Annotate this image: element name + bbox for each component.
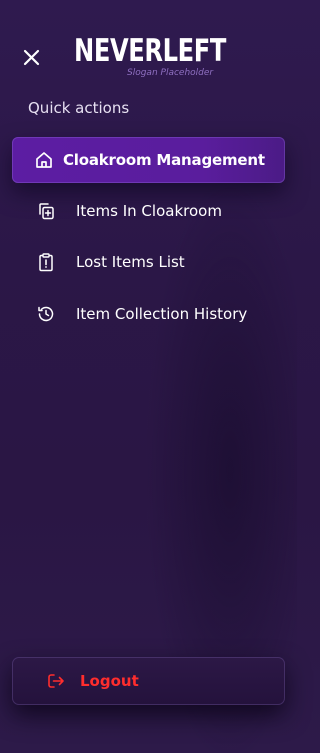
logout-label: Logout [80,672,139,690]
logo: NEVERLEFT Slogan Placeholder [74,34,234,84]
home-icon [34,150,54,170]
nav-item-items-in-cloakroom[interactable]: Items In Cloakroom [12,188,285,234]
logout-icon [46,671,66,691]
logo-text: NEVERLEFT [74,33,227,69]
close-button[interactable] [21,47,43,69]
clipboard-alert-icon [36,252,56,272]
nav-item-label: Items In Cloakroom [76,202,222,220]
history-icon [36,304,56,324]
nav-item-item-collection-history[interactable]: Item Collection History [12,291,285,337]
copy-add-icon [36,201,56,221]
nav-item-label: Cloakroom Management [63,151,265,169]
nav-item-label: Item Collection History [76,305,248,323]
slogan: Slogan Placeholder [127,68,214,78]
nav-item-label: Lost Items List [76,253,185,271]
section-title: Quick actions [28,99,130,117]
nav-item-cloakroom-management[interactable]: Cloakroom Management [12,137,285,183]
nav-item-lost-items-list[interactable]: Lost Items List [12,239,285,285]
close-icon [23,49,40,66]
logout-button[interactable]: Logout [12,657,285,705]
